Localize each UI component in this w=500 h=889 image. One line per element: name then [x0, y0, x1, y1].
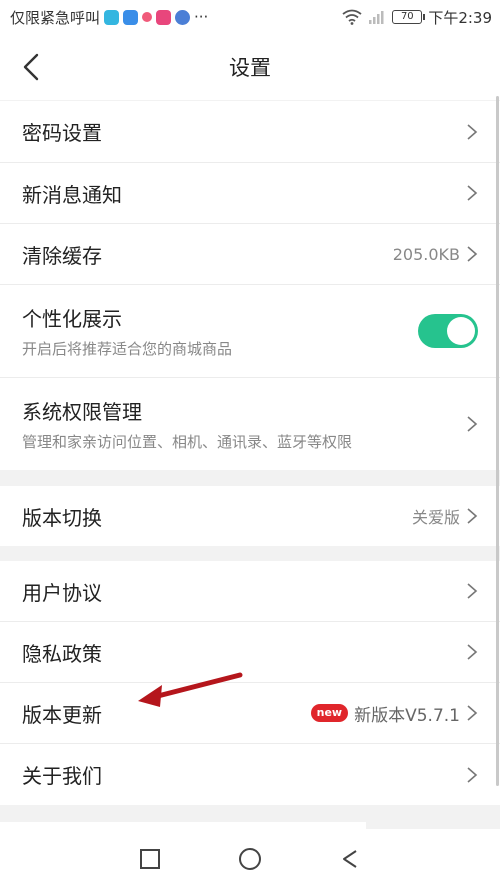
row-sublabel: 管理和家亲访问位置、相机、通讯录、蓝牙等权限 — [22, 433, 353, 451]
settings-row-clear-cache[interactable]: 清除缓存 205.0KB — [0, 224, 500, 285]
home-button[interactable] — [236, 845, 264, 873]
wifi-icon — [342, 9, 362, 25]
status-carrier-text: 仅限紧急呼叫 — [10, 8, 101, 27]
recent-apps-button[interactable] — [136, 845, 164, 873]
settings-row-privacy-policy[interactable]: 隐私政策 — [0, 622, 500, 683]
battery-icon: 70 — [392, 10, 426, 24]
page-title: 设置 — [229, 56, 271, 80]
row-label: 系统权限管理 — [22, 400, 142, 424]
chevron-left-icon — [23, 53, 39, 81]
status-time: 下午2:39 — [428, 8, 492, 27]
chevron-right-icon — [467, 508, 478, 524]
row-label: 隐私政策 — [22, 641, 102, 666]
cache-size-value: 205.0KB — [392, 244, 460, 264]
chevron-right-icon — [467, 185, 478, 201]
settings-row-notifications[interactable]: 新消息通知 — [0, 163, 500, 224]
settings-row-permissions[interactable]: 系统权限管理 管理和家亲访问位置、相机、通讯录、蓝牙等权限 — [0, 378, 500, 470]
back-button[interactable] — [14, 50, 48, 84]
new-badge: new — [310, 704, 349, 722]
app-notification-icon — [123, 9, 139, 25]
row-label: 版本更新 — [22, 702, 102, 727]
settings-row-about-us[interactable]: 关于我们 — [0, 744, 500, 805]
app-notification-icon — [104, 9, 120, 25]
triangle-back-icon — [343, 850, 357, 868]
settings-row-user-agreement[interactable]: 用户协议 — [0, 561, 500, 622]
circle-icon — [239, 848, 261, 870]
settings-row-password[interactable]: 密码设置 — [0, 101, 500, 163]
signal-icon — [369, 11, 384, 24]
chevron-right-icon — [467, 644, 478, 660]
settings-row-version-update[interactable]: 版本更新 new 新版本V5.7.1 — [0, 683, 500, 744]
top-nav-bar: 设置 — [0, 34, 500, 100]
new-version-value: 新版本V5.7.1 — [354, 705, 460, 726]
heart-icon — [142, 12, 153, 22]
row-label: 关于我们 — [22, 764, 102, 788]
scrollbar[interactable] — [496, 96, 499, 786]
row-label: 个性化展示 — [22, 307, 122, 331]
system-nav-bar — [0, 829, 500, 889]
status-left: 仅限紧急呼叫 ··· — [10, 7, 208, 28]
row-label: 清除缓存 — [22, 243, 102, 268]
chevron-right-icon — [467, 246, 478, 262]
settings-row-personalization: 个性化展示 开启后将推荐适合您的商城商品 — [0, 285, 500, 378]
status-bar: 仅限紧急呼叫 ··· 70 下午2:39 — [0, 0, 500, 34]
row-label: 版本切换 — [22, 505, 102, 530]
version-mode-value: 关爱版 — [411, 508, 460, 527]
more-notifications-icon: ··· — [194, 8, 209, 26]
settings-row-version-switch[interactable]: 版本切换 关爱版 — [0, 486, 500, 546]
square-icon — [140, 849, 160, 869]
toggle-knob — [447, 317, 475, 345]
app-notification-icon — [156, 9, 172, 25]
chevron-right-icon — [467, 416, 478, 432]
battery-level: 70 — [400, 11, 414, 22]
chevron-right-icon — [467, 705, 478, 721]
next-group-edge — [0, 822, 366, 829]
chevron-right-icon — [467, 123, 478, 140]
settings-group-version-mode: 版本切换 关爱版 — [0, 486, 500, 546]
row-label: 新消息通知 — [22, 182, 122, 207]
chevron-right-icon — [467, 766, 478, 783]
settings-group-general: 密码设置 新消息通知 清除缓存 205.0KB 个性化展示 开启后将推荐适合您的… — [0, 101, 500, 470]
app-notification-icon — [175, 9, 191, 25]
personalization-toggle[interactable] — [418, 314, 478, 348]
row-label: 密码设置 — [22, 121, 102, 145]
back-nav-button[interactable] — [336, 845, 364, 873]
settings-group-about: 用户协议 隐私政策 版本更新 new 新版本V5.7.1 关于我们 — [0, 561, 500, 805]
status-right: 70 下午2:39 — [342, 7, 492, 28]
annotation-arrow-icon — [138, 672, 243, 707]
row-label: 用户协议 — [22, 580, 102, 605]
chevron-right-icon — [467, 583, 478, 599]
row-sublabel: 开启后将推荐适合您的商城商品 — [22, 340, 233, 358]
